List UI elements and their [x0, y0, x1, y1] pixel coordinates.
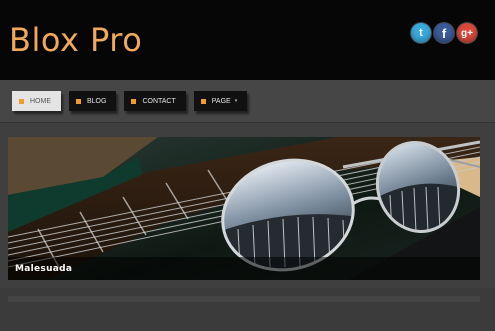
slide-caption[interactable]: Malesuada [15, 264, 72, 274]
nav-item-label: PAGE [211, 97, 231, 105]
twitter-icon[interactable]: t [411, 23, 431, 43]
nav-item-blog[interactable]: BLOG [69, 91, 117, 111]
chevron-down-icon: ▾ [234, 98, 238, 104]
site-title[interactable]: Blox Pro [9, 20, 142, 60]
content-area [0, 288, 495, 331]
featured-slider[interactable]: Malesuada [8, 137, 480, 280]
caption-bar [8, 257, 480, 280]
facebook-icon[interactable]: f [434, 23, 454, 43]
main-menu: HOME BLOG CONTACT PAGE ▾ [12, 91, 248, 111]
nav-item-label: CONTACT [142, 97, 176, 105]
social-links: t f g+ [411, 23, 477, 43]
bullet-icon [19, 98, 24, 104]
nav-item-contact[interactable]: CONTACT [124, 91, 186, 111]
bullet-icon [76, 98, 81, 104]
nav-item-page[interactable]: PAGE ▾ [193, 91, 248, 111]
bullet-icon [131, 98, 137, 104]
site-header: Blox Pro t f g+ [0, 0, 495, 80]
nav-item-home[interactable]: HOME [12, 91, 61, 111]
google-plus-icon[interactable]: g+ [457, 23, 477, 43]
content-divider [8, 296, 480, 302]
nav-item-label: BLOG [87, 97, 107, 105]
bullet-icon [200, 98, 206, 104]
nav-item-label: HOME [30, 97, 51, 105]
